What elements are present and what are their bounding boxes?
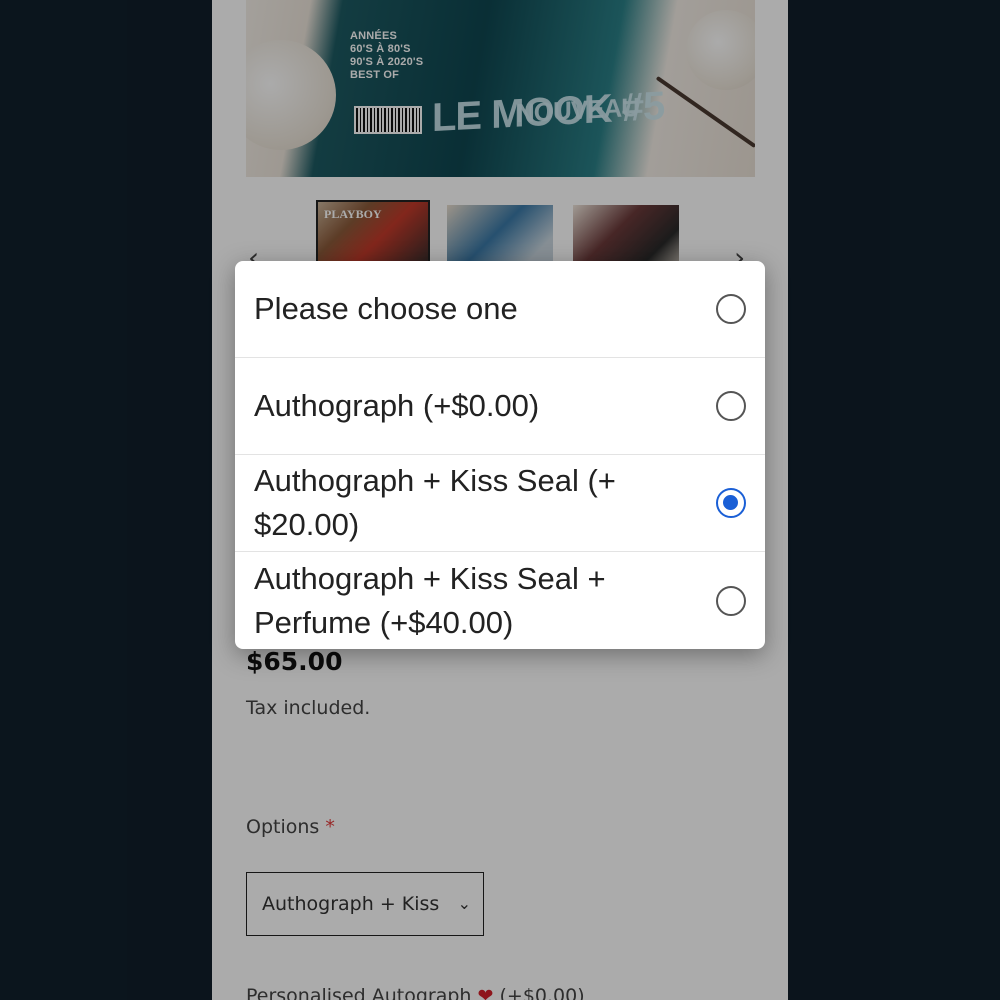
option-label: Please choose one: [254, 291, 518, 326]
radio-button[interactable]: [716, 294, 746, 324]
option-authograph[interactable]: Authograph (+$0.00): [235, 358, 765, 455]
radio-button-selected[interactable]: [716, 488, 746, 518]
radio-button[interactable]: [716, 585, 746, 616]
option-label: Authograph (+$0.00): [254, 388, 540, 423]
option-label: Authograph + Kiss Seal (+ $20.00): [254, 463, 616, 542]
option-authograph-kiss-seal[interactable]: Authograph + Kiss Seal (+ $20.00): [235, 455, 765, 552]
radio-button[interactable]: [716, 391, 746, 421]
options-dropdown-dialog: Please choose one Authograph (+$0.00) Au…: [235, 261, 765, 649]
option-please-choose[interactable]: Please choose one: [235, 261, 765, 358]
option-label: Authograph + Kiss Seal + Perfume (+$40.0…: [254, 560, 606, 640]
option-authograph-kiss-seal-perfume[interactable]: Authograph + Kiss Seal + Perfume (+$40.0…: [235, 552, 765, 649]
